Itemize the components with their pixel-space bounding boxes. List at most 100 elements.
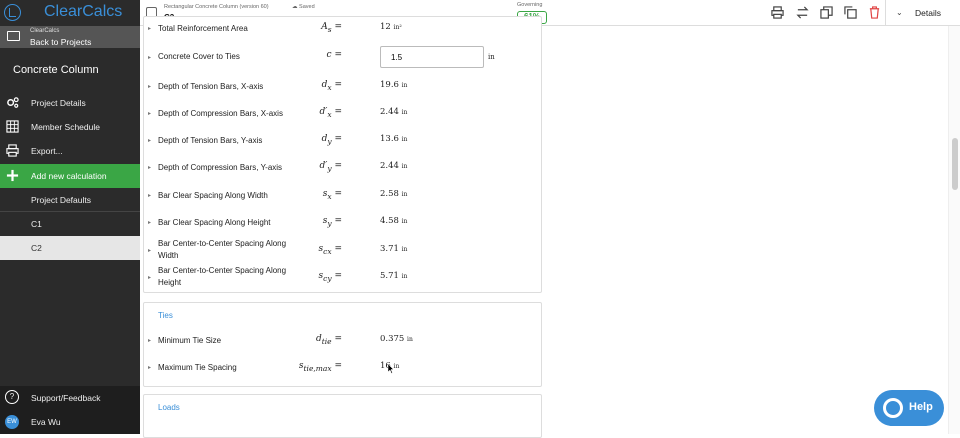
expand-arrow-icon[interactable]: ▸ — [148, 164, 151, 171]
value-number: 0.375 — [380, 334, 405, 344]
value-unit: in — [401, 218, 408, 225]
symbol-sub: y — [327, 136, 332, 146]
row-value: 13.6 in — [380, 134, 407, 144]
sidebar-item-c1[interactable]: C1 — [0, 212, 140, 236]
help-circle-icon: ? — [5, 390, 19, 404]
ties-panel: Ties ▸ Minimum Tie Size dtie = 0.375 in … — [143, 302, 542, 387]
expand-arrow-icon[interactable]: ▸ — [148, 364, 151, 371]
sidebar-item-label: Project Defaults — [31, 195, 91, 205]
folder-icon — [7, 31, 20, 41]
expand-arrow-icon[interactable]: ▸ — [148, 337, 151, 344]
row-value: 4.58 in — [380, 216, 407, 226]
sidebar-item-export[interactable]: Export... — [0, 139, 140, 163]
section-title[interactable]: Loads — [158, 403, 180, 412]
table-row[interactable]: ▸ Depth of Compression Bars, X-axis d′x … — [144, 104, 542, 124]
expand-arrow-icon[interactable]: ▸ — [148, 274, 151, 281]
add-new-calculation-button[interactable]: Add new calculation — [0, 164, 140, 188]
row-symbol: d′x = — [319, 107, 342, 119]
row-symbol: As = — [321, 22, 342, 34]
table-row[interactable]: ▸ Bar Center-to-Center Spacing Along Wid… — [144, 237, 542, 263]
concrete-cover-input[interactable] — [380, 46, 484, 68]
section-title[interactable]: Ties — [158, 311, 173, 320]
sidebar-item-project-details[interactable]: Project Details — [0, 91, 140, 115]
sidebar-item-member-schedule[interactable]: Member Schedule — [0, 115, 140, 139]
project-title: Concrete Column — [13, 64, 99, 76]
value-number: 3.71 — [380, 244, 399, 254]
table-row[interactable]: ▸ Minimum Tie Size dtie = 0.375 in — [144, 331, 542, 351]
mouse-cursor-icon — [388, 364, 394, 374]
copy-icon[interactable] — [844, 6, 857, 19]
table-row[interactable]: ▸ Bar Clear Spacing Along Height sy = 4.… — [144, 213, 542, 233]
details-button[interactable]: Details — [915, 8, 941, 18]
value-unit: in — [407, 336, 413, 343]
brand-name: ClearCalcs — [44, 3, 123, 20]
lifebuoy-icon — [883, 398, 903, 418]
row-value: 2.44 in — [380, 107, 407, 117]
expand-arrow-icon[interactable]: ▸ — [148, 247, 151, 254]
sidebar-item-label: Add new calculation — [31, 171, 107, 181]
table-row[interactable]: ▸ Depth of Tension Bars, X-axis dx = 19.… — [144, 77, 542, 97]
grid-icon — [6, 120, 19, 133]
duplicate-icon[interactable] — [820, 6, 833, 19]
symbol-sub: x — [327, 82, 332, 92]
support-feedback-button[interactable]: ? Support/Feedback — [0, 386, 140, 410]
symbol-sub: x — [327, 191, 332, 201]
value-number: 4.58 — [380, 216, 399, 226]
value-unit: in — [401, 273, 408, 280]
row-label: Maximum Tie Spacing — [158, 363, 237, 372]
table-row[interactable]: ▸ Bar Clear Spacing Along Width sx = 2.5… — [144, 186, 542, 206]
table-row[interactable]: ▸ Bar Center-to-Center Spacing Along Hei… — [144, 264, 542, 290]
user-menu[interactable]: EW Eva Wu — [0, 410, 140, 434]
row-value: 19.6 in — [380, 80, 407, 90]
value-number: 2.44 — [380, 107, 399, 117]
row-label: Bar Center-to-Center Spacing Along Width — [158, 239, 287, 260]
value-unit: in — [393, 363, 400, 370]
row-label: Bar Clear Spacing Along Height — [158, 218, 271, 227]
clearcalcs-logo-icon — [4, 4, 21, 21]
calc-type-label: Rectangular Concrete Column (version 60) — [164, 4, 269, 10]
main-scrollbar[interactable] — [948, 26, 960, 434]
print-icon[interactable] — [771, 6, 784, 19]
table-row[interactable]: ▸ Depth of Tension Bars, Y-axis dy = 13.… — [144, 131, 542, 151]
expand-arrow-icon[interactable]: ▸ — [148, 137, 151, 144]
row-label: Depth of Tension Bars, X-axis — [158, 82, 264, 91]
expand-arrow-icon[interactable]: ▸ — [148, 110, 151, 117]
value-unit: in² — [393, 24, 402, 31]
table-row[interactable]: ▸ Maximum Tie Spacing stie,max = 16 in — [144, 358, 542, 378]
value-number: 19.6 — [380, 80, 399, 90]
symbol-main: c — [326, 50, 332, 60]
row-label: Bar Center-to-Center Spacing Along Heigh… — [158, 266, 287, 287]
expand-arrow-icon[interactable]: ▸ — [148, 83, 151, 90]
reinforcement-panel: ▸ Total Reinforcement Area As = 12 in² ▸… — [143, 16, 542, 293]
symbol-sub: x — [327, 109, 332, 119]
row-symbol: scx = — [318, 244, 342, 256]
table-row[interactable]: ▸ Total Reinforcement Area As = 12 in² — [144, 22, 542, 36]
gear-icon — [7, 97, 19, 108]
expand-arrow-icon[interactable]: ▸ — [148, 25, 151, 32]
sidebar-item-c2[interactable]: C2 — [0, 236, 140, 260]
value-number: 13.6 — [380, 134, 399, 144]
expand-arrow-icon[interactable]: ▸ — [148, 54, 151, 61]
loads-panel: Loads — [143, 394, 542, 438]
symbol-sub: cy — [323, 273, 332, 283]
input-unit: in — [488, 53, 495, 61]
symbol-sub: y — [327, 163, 332, 173]
row-label: Depth of Compression Bars, Y-axis — [158, 163, 283, 172]
brand-header[interactable]: ClearCalcs — [0, 0, 140, 26]
delete-icon[interactable] — [868, 6, 881, 19]
scrollbar-thumb[interactable] — [952, 138, 958, 190]
chevron-down-icon[interactable]: ⌄ — [896, 8, 903, 17]
help-button[interactable]: Help — [874, 390, 944, 426]
value-unit: in — [401, 109, 408, 116]
sidebar-item-label: Project Details — [31, 98, 86, 108]
symbol-sub: tie — [321, 336, 332, 346]
sidebar-item-project-defaults[interactable]: Project Defaults — [0, 188, 140, 212]
row-symbol: scy = — [318, 271, 342, 283]
table-row[interactable]: ▸ Depth of Compression Bars, Y-axis d′y … — [144, 158, 542, 178]
toolbar-divider — [885, 0, 886, 26]
expand-arrow-icon[interactable]: ▸ — [148, 219, 151, 226]
expand-arrow-icon[interactable]: ▸ — [148, 192, 151, 199]
back-to-projects-button[interactable]: ClearCalcs Back to Projects — [0, 26, 140, 48]
swap-icon[interactable] — [796, 6, 809, 19]
saved-status: ☁ Saved — [292, 4, 315, 10]
